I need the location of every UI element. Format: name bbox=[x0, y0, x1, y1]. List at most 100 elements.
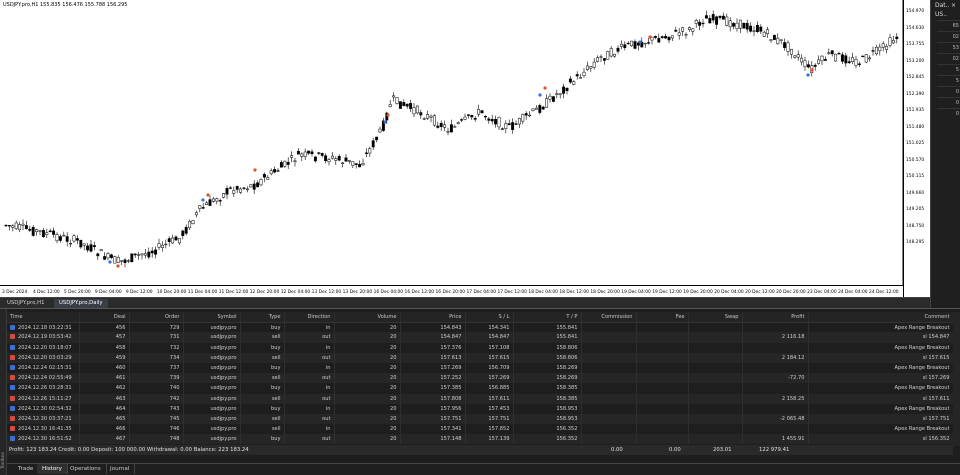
candle-body bbox=[834, 53, 838, 62]
candle-body bbox=[664, 36, 668, 39]
col-header-deal[interactable]: Deal bbox=[79, 312, 130, 323]
col-header-time[interactable]: Time bbox=[7, 312, 80, 323]
cell-type: buy bbox=[240, 322, 285, 333]
candle-body bbox=[827, 52, 831, 54]
table-row[interactable]: 2024.12.18 03:22:31 456 729 usdjpy.pro buy in… bbox=[7, 322, 954, 333]
cell-volume: 20 bbox=[334, 352, 401, 363]
cell-direction: out bbox=[284, 332, 335, 343]
cell-price: 154.847 bbox=[400, 332, 466, 343]
candle-body bbox=[398, 101, 402, 109]
col-header-sl[interactable]: S / L bbox=[465, 312, 514, 323]
cell-order: 729 bbox=[129, 322, 184, 333]
tab-history[interactable]: History bbox=[37, 464, 68, 474]
buy-deal-icon bbox=[10, 324, 15, 330]
deal-time: 2024.12.26 03:28:31 bbox=[18, 385, 72, 392]
cell-commission bbox=[581, 393, 637, 404]
col-header-commission[interactable]: Commission bbox=[581, 312, 637, 323]
cell-volume: 20 bbox=[334, 393, 401, 404]
candle-body bbox=[191, 220, 195, 224]
candle-body bbox=[4, 224, 8, 227]
candle-body bbox=[378, 128, 382, 133]
candle-body bbox=[524, 113, 528, 116]
table-row[interactable]: 2024.12.19 03:53:42 457 731 usdjpy.pro sell o… bbox=[7, 332, 954, 343]
candle-body bbox=[521, 114, 525, 122]
table-row[interactable]: 2024.12.26 15:11:27 463 742 usdjpy.pro sell o… bbox=[7, 393, 954, 404]
candle-body bbox=[868, 57, 872, 60]
candle-body bbox=[579, 77, 583, 79]
candle-body bbox=[358, 163, 362, 168]
price-label: 154.970 bbox=[906, 9, 925, 14]
col-header-comment[interactable]: Comment bbox=[808, 312, 954, 323]
col-header-tp[interactable]: T / P bbox=[513, 312, 582, 323]
candle-body bbox=[150, 250, 154, 254]
col-header-type[interactable]: Type bbox=[240, 312, 285, 323]
cell-fee bbox=[636, 413, 689, 425]
candle-body bbox=[854, 59, 858, 66]
col-header-order[interactable]: Order bbox=[129, 312, 184, 323]
tab-journal[interactable]: Journal bbox=[105, 464, 136, 474]
candle-body bbox=[432, 115, 436, 126]
table-row[interactable]: 2024.12.20 03:18:07 458 732 usdjpy.pro buy in… bbox=[7, 342, 954, 353]
table-row[interactable]: 2024.12.30 16:41:35 466 746 usdjpy.pro sell i… bbox=[7, 424, 954, 435]
candle-body bbox=[239, 188, 243, 193]
candle-body bbox=[99, 249, 103, 252]
candle-body bbox=[313, 156, 317, 162]
candle-body bbox=[361, 162, 365, 166]
candle-body bbox=[480, 110, 484, 114]
table-row[interactable]: 2024.12.24 02:55:49 461 739 usdjpy.pro sell o… bbox=[7, 373, 954, 384]
candle-body bbox=[181, 230, 185, 236]
col-header-direction[interactable]: Direction bbox=[284, 312, 335, 323]
chart-tab-daily[interactable]: USDJPY.pro,Daily bbox=[54, 299, 108, 308]
candle-body bbox=[201, 207, 205, 209]
candle-body bbox=[48, 230, 52, 233]
cell-swap bbox=[688, 424, 743, 435]
cell-commission bbox=[581, 413, 637, 425]
table-row[interactable]: 2024.12.30 16:51:52 467 748 usdjpy.pro buy ou… bbox=[7, 434, 954, 445]
table-row[interactable]: 2024.12.30 03:37:21 465 745 usdjpy.pro sell o… bbox=[7, 413, 954, 425]
candle-body bbox=[891, 40, 895, 44]
table-row[interactable]: 2024.12.30 02:54:32 464 743 usdjpy.pro buy in… bbox=[7, 403, 954, 414]
candle-body bbox=[283, 160, 287, 167]
time-axis[interactable]: 3 Dec 2024 4 Dec 12:00 5 Dec 20:00 9 Dec 04… bbox=[0, 285, 903, 297]
col-header-fee[interactable]: Fee bbox=[636, 312, 689, 323]
col-header-swap[interactable]: Swap bbox=[688, 312, 743, 323]
candle-body bbox=[575, 74, 579, 77]
cell-comment: Apex Range Breakout bbox=[808, 322, 954, 333]
time-label: 3 Dec 2024 bbox=[2, 290, 28, 295]
table-row[interactable]: 2024.12.26 03:28:31 462 740 usdjpy.pro buy in… bbox=[7, 383, 954, 394]
candle-body bbox=[324, 155, 328, 161]
cell-type: sell bbox=[240, 393, 285, 404]
summary-text: Profit: 123 183.24 Credit: 0.00 Deposit:… bbox=[9, 447, 249, 453]
candle-body bbox=[273, 169, 277, 173]
candle-body bbox=[154, 249, 158, 255]
sell-deal-icon bbox=[10, 426, 15, 432]
tab-operations[interactable]: Operations bbox=[65, 464, 107, 474]
toolbox-side-label[interactable]: Toolbox bbox=[0, 309, 7, 475]
vertical-scrollbar[interactable] bbox=[953, 312, 960, 446]
tab-trade[interactable]: Trade bbox=[13, 464, 40, 474]
col-header-symbol[interactable]: Symbol bbox=[183, 312, 241, 323]
candle-body bbox=[864, 54, 868, 63]
table-row[interactable]: 2024.12.24 02:15:31 460 737 usdjpy.pro buy in… bbox=[7, 362, 954, 374]
table-row[interactable]: 2024.12.20 03:03:29 459 734 usdjpy.pro sell o… bbox=[7, 352, 954, 363]
candle-body bbox=[497, 116, 501, 128]
buy-deal-icon bbox=[10, 436, 15, 442]
candle-body bbox=[568, 78, 572, 83]
price-chart[interactable]: USDJPY.pro,H1 155.835 156.476 155.788 15… bbox=[0, 0, 903, 297]
candle-body bbox=[803, 60, 807, 68]
candle-body bbox=[609, 48, 613, 57]
candle-body bbox=[779, 39, 783, 41]
price-label: 153.200 bbox=[906, 58, 925, 64]
candle-body bbox=[137, 254, 141, 256]
col-header-volume[interactable]: Volume bbox=[334, 312, 401, 323]
chart-tab-h1[interactable]: USDJPY.pro,H1 bbox=[2, 299, 50, 308]
cell-profit bbox=[742, 362, 809, 374]
candle-body bbox=[766, 29, 770, 34]
col-header-price[interactable]: Price bbox=[400, 312, 466, 323]
time-label: 20 Dec 20:00 bbox=[776, 290, 806, 295]
candle-body bbox=[878, 46, 882, 52]
price-axis[interactable]: 154.970 154.630 153.755 153.200 152.845 152.3… bbox=[903, 0, 930, 297]
close-icon[interactable]: × bbox=[951, 2, 956, 9]
col-header-profit[interactable]: Profit bbox=[742, 312, 809, 323]
candle-body bbox=[215, 198, 219, 202]
